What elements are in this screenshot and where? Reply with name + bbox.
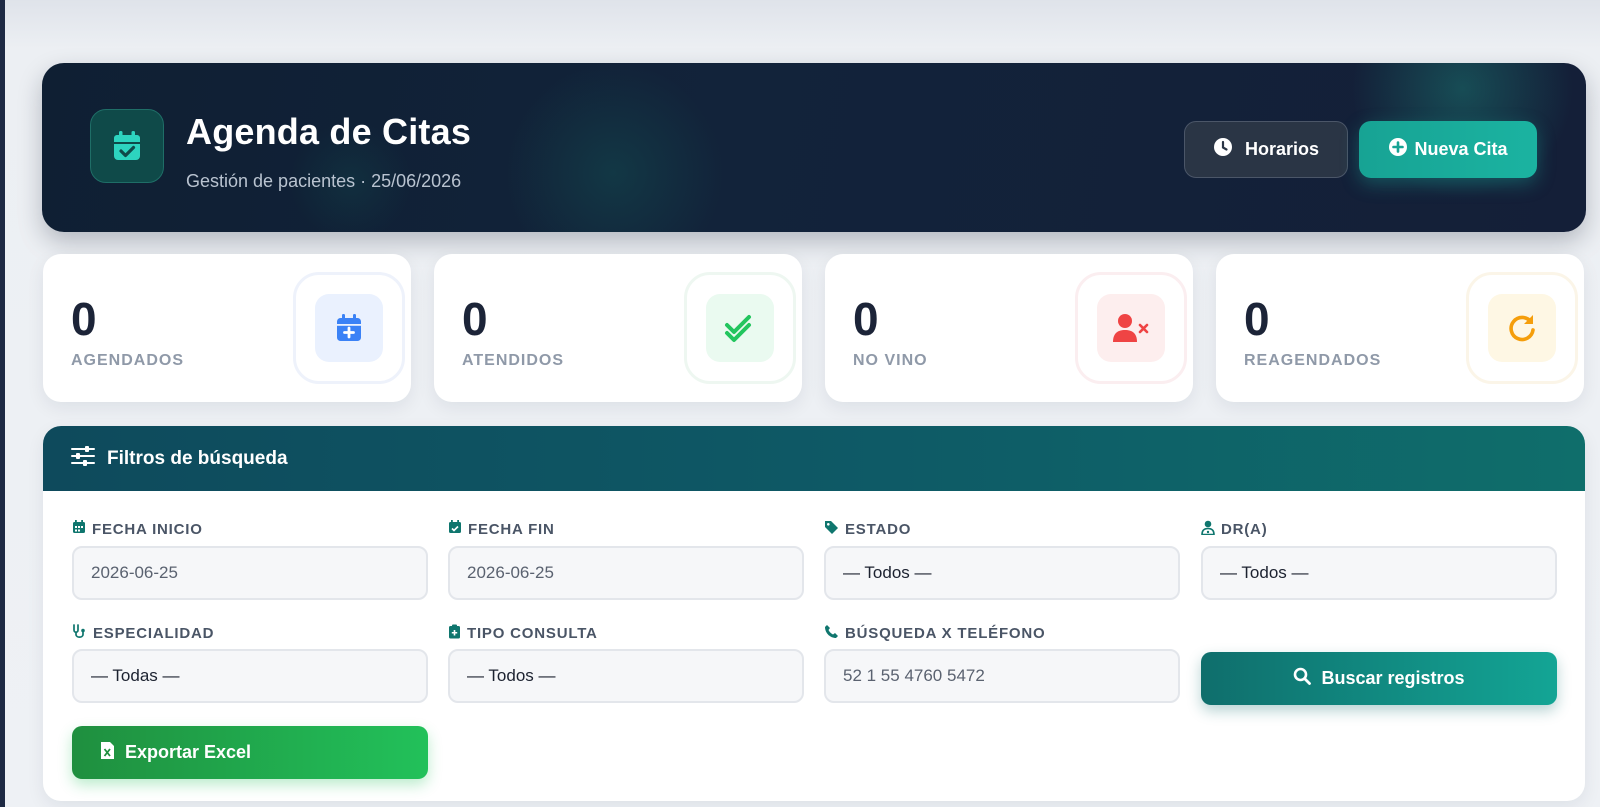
page-title: Agenda de Citas: [186, 111, 472, 152]
phone-icon: [824, 624, 839, 643]
exportar-excel-button[interactable]: Exportar Excel: [72, 726, 428, 779]
telefono-label: BÚSQUEDA X TELÉFONO: [824, 624, 1046, 643]
stat-icon-frame: [684, 272, 796, 384]
doctor-select[interactable]: — Todos —: [1201, 546, 1557, 600]
stat-value: 0: [462, 293, 488, 345]
filter-title: Filtros de búsqueda: [107, 447, 288, 469]
label-text: FECHA INICIO: [92, 520, 203, 538]
plus-circle-icon: [1388, 137, 1408, 162]
sliders-icon: [71, 446, 95, 471]
stat-card-atendidos: 0 ATENDIDOS: [434, 254, 802, 402]
label-text: TIPO CONSULTA: [467, 625, 598, 642]
exportar-label: Exportar Excel: [125, 742, 252, 762]
especialidad-select[interactable]: — Todas —: [72, 649, 428, 703]
stat-label: NO VINO: [853, 352, 928, 369]
calendar-plus-icon: [315, 294, 383, 362]
tag-icon: [824, 520, 839, 539]
fecha-fin-input[interactable]: 2026-06-25: [448, 546, 804, 600]
clipboard-medical-icon: [448, 624, 461, 643]
nueva-cita-label: Nueva Cita: [1414, 139, 1508, 159]
stat-value: 0: [1244, 293, 1270, 345]
estado-select[interactable]: — Todos —: [824, 546, 1180, 600]
buscar-registros-button[interactable]: Buscar registros: [1201, 652, 1557, 705]
stat-card-agendados: 0 AGENDADOS: [43, 254, 411, 402]
double-check-icon: [706, 294, 774, 362]
label-text: DR(A): [1221, 521, 1268, 538]
stat-value: 0: [71, 293, 97, 345]
calendar-check-icon: [90, 109, 164, 183]
stethoscope-icon: [72, 624, 87, 643]
redo-icon: [1488, 294, 1556, 362]
nueva-cita-button[interactable]: Nueva Cita: [1359, 121, 1537, 178]
fecha-inicio-input[interactable]: 2026-06-25: [72, 546, 428, 600]
label-text: BÚSQUEDA X TELÉFONO: [845, 625, 1046, 642]
tipo-consulta-select[interactable]: — Todos —: [448, 649, 804, 703]
filter-header: Filtros de búsqueda: [43, 426, 1585, 491]
doctor-label: DR(A): [1201, 520, 1268, 539]
stat-icon-frame: [293, 272, 405, 384]
page-header: Agenda de Citas Gestión de pacientes · 2…: [42, 63, 1586, 232]
fecha-fin-label: FECHA FIN: [448, 520, 555, 538]
stat-card-no-vino: 0 NO VINO: [825, 254, 1193, 402]
user-x-icon: [1097, 294, 1165, 362]
window-edge: [0, 0, 5, 807]
estado-label: ESTADO: [824, 520, 911, 539]
stat-label: ATENDIDOS: [462, 352, 565, 369]
calendar-icon: [72, 520, 86, 538]
filter-panel: Filtros de búsqueda FECHA INICIO FECHA F…: [43, 426, 1585, 801]
stat-label: REAGENDADOS: [1244, 352, 1382, 369]
fecha-inicio-label: FECHA INICIO: [72, 520, 203, 538]
search-icon: [1293, 667, 1312, 690]
stat-icon-frame: [1075, 272, 1187, 384]
label-text: ESTADO: [845, 521, 912, 538]
telefono-input[interactable]: 52 1 55 4760 5472: [824, 649, 1180, 703]
stat-icon-frame: [1466, 272, 1578, 384]
especialidad-label: ESPECIALIDAD: [72, 624, 214, 643]
tipo-consulta-label: TIPO CONSULTA: [448, 624, 598, 643]
page-subtitle: Gestión de pacientes · 25/06/2026: [186, 171, 462, 191]
label-text: ESPECIALIDAD: [93, 625, 215, 642]
stat-value: 0: [853, 293, 879, 345]
calendar-check-icon: [448, 520, 462, 538]
clock-icon: [1213, 137, 1233, 162]
label-text: FECHA FIN: [468, 520, 555, 538]
stat-card-reagendados: 0 REAGENDADOS: [1216, 254, 1584, 402]
stat-label: AGENDADOS: [71, 352, 185, 369]
user-doctor-icon: [1201, 520, 1215, 539]
buscar-label: Buscar registros: [1321, 668, 1465, 688]
horarios-label: Horarios: [1244, 139, 1320, 159]
file-excel-icon: [100, 741, 115, 765]
horarios-button[interactable]: Horarios: [1184, 121, 1348, 178]
